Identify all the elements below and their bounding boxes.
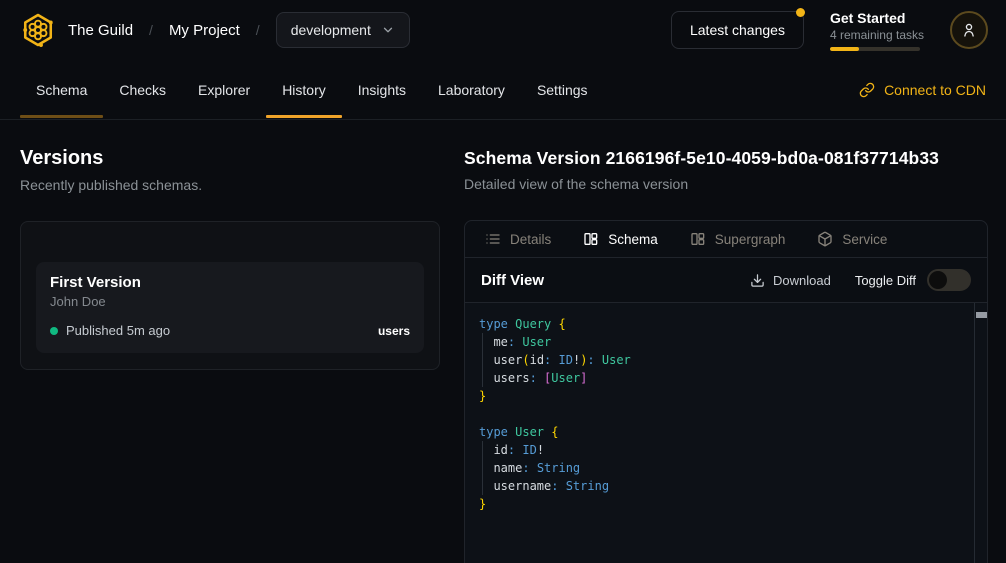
switch-knob xyxy=(929,271,947,289)
schema-code: type Query { me: User user(id: ID!): Use… xyxy=(479,315,967,513)
connect-to-cdn-button[interactable]: Connect to CDN xyxy=(859,60,986,119)
chevron-down-icon xyxy=(381,23,395,37)
nav-tab-label: Insights xyxy=(358,82,406,98)
schema-version-subtitle: Detailed view of the schema version xyxy=(464,176,988,192)
breadcrumb: The Guild / My Project / xyxy=(68,22,260,39)
box-icon xyxy=(817,231,833,247)
versions-panel: Versions Recently published schemas. Fir… xyxy=(0,120,440,563)
nav-tab-label: Checks xyxy=(119,82,166,98)
main-nav: Schema Checks Explorer History Insights … xyxy=(0,60,1006,120)
code-scrollbar[interactable] xyxy=(974,303,987,563)
detail-tab-schema[interactable]: Schema xyxy=(583,231,658,247)
link-icon xyxy=(859,82,875,98)
detail-tab-service[interactable]: Service xyxy=(817,231,887,247)
detail-tab-supergraph[interactable]: Supergraph xyxy=(690,231,786,247)
user-icon xyxy=(960,21,978,39)
latest-changes-button[interactable]: Latest changes xyxy=(671,11,804,49)
version-author: John Doe xyxy=(50,294,410,309)
breadcrumb-project[interactable]: My Project xyxy=(169,22,240,39)
detail-tab-details[interactable]: Details xyxy=(485,231,551,247)
columns-icon xyxy=(690,231,706,247)
toggle-diff-switch[interactable] xyxy=(927,269,971,291)
schema-version-title: Schema Version 2166196f-5e10-4059-bd0a-0… xyxy=(464,148,988,169)
get-started-subtitle: 4 remaining tasks xyxy=(830,28,924,42)
breadcrumb-separator: / xyxy=(256,22,260,38)
detail-tab-label: Details xyxy=(510,232,551,247)
toggle-diff-label: Toggle Diff xyxy=(855,273,916,288)
header-right: Latest changes Get Started 4 remaining t… xyxy=(671,10,988,51)
versions-card: First Version John Doe Published 5m ago … xyxy=(20,221,440,370)
notification-dot xyxy=(796,8,805,17)
tab-underline-active xyxy=(266,115,342,118)
detail-tab-label: Service xyxy=(842,232,887,247)
tab-underline-dim xyxy=(20,115,103,118)
nav-tab-laboratory[interactable]: Laboratory xyxy=(422,60,521,119)
latest-changes-label: Latest changes xyxy=(690,22,785,38)
diff-view-title: Diff View xyxy=(481,272,544,289)
columns-icon xyxy=(583,231,599,247)
connect-to-cdn-label: Connect to CDN xyxy=(884,82,986,98)
guild-logo-icon[interactable] xyxy=(18,10,58,50)
nav-tab-checks[interactable]: Checks xyxy=(103,60,182,119)
breadcrumb-org[interactable]: The Guild xyxy=(68,22,133,39)
header: The Guild / My Project / development Lat… xyxy=(0,0,1006,60)
nav-tab-label: Settings xyxy=(537,82,588,98)
diff-header: Diff View Download Toggle D xyxy=(465,258,987,303)
version-name: First Version xyxy=(50,274,410,291)
version-service-name: users xyxy=(378,324,410,338)
versions-title: Versions xyxy=(20,147,440,170)
nav-tab-settings[interactable]: Settings xyxy=(521,60,604,119)
nav-tab-history[interactable]: History xyxy=(266,60,342,119)
nav-tab-label: Laboratory xyxy=(438,82,505,98)
download-button[interactable]: Download xyxy=(750,273,831,288)
get-started-widget[interactable]: Get Started 4 remaining tasks xyxy=(830,10,924,51)
download-label: Download xyxy=(773,273,831,288)
detail-tabs: Details Schema xyxy=(465,221,987,258)
list-icon xyxy=(485,231,501,247)
version-status-row: Published 5m ago users xyxy=(50,323,410,338)
nav-tab-label: Schema xyxy=(36,82,87,98)
progress-fill xyxy=(830,47,859,51)
get-started-title: Get Started xyxy=(830,10,924,26)
nav-tab-label: History xyxy=(282,82,326,98)
detail-tab-label: Supergraph xyxy=(715,232,786,247)
version-detail-panel: Schema Version 2166196f-5e10-4059-bd0a-0… xyxy=(440,120,1006,563)
download-icon xyxy=(750,273,765,288)
nav-tab-schema[interactable]: Schema xyxy=(20,60,103,119)
schema-detail-card: Details Schema xyxy=(464,220,988,563)
nav-tab-insights[interactable]: Insights xyxy=(342,60,422,119)
published-status-dot xyxy=(50,327,58,335)
schema-code-viewer[interactable]: type Query { me: User user(id: ID!): Use… xyxy=(465,303,987,563)
nav-tab-label: Explorer xyxy=(198,82,250,98)
versions-subtitle: Recently published schemas. xyxy=(20,177,440,193)
toggle-diff-control: Toggle Diff xyxy=(855,269,971,291)
version-list-item[interactable]: First Version John Doe Published 5m ago … xyxy=(36,262,424,353)
diff-actions: Download Toggle Diff xyxy=(750,269,971,291)
code-scrollbar-thumb[interactable] xyxy=(976,312,987,318)
breadcrumb-separator: / xyxy=(149,22,153,38)
target-selector-value: development xyxy=(291,22,371,38)
user-avatar[interactable] xyxy=(950,11,988,49)
main-content: Versions Recently published schemas. Fir… xyxy=(0,120,1006,563)
get-started-progressbar xyxy=(830,47,920,51)
indent-guide xyxy=(482,333,483,387)
detail-tab-label: Schema xyxy=(608,232,658,247)
indent-guide xyxy=(482,441,483,495)
version-status: Published 5m ago xyxy=(66,323,170,338)
target-selector[interactable]: development xyxy=(276,12,410,48)
nav-tab-explorer[interactable]: Explorer xyxy=(182,60,266,119)
